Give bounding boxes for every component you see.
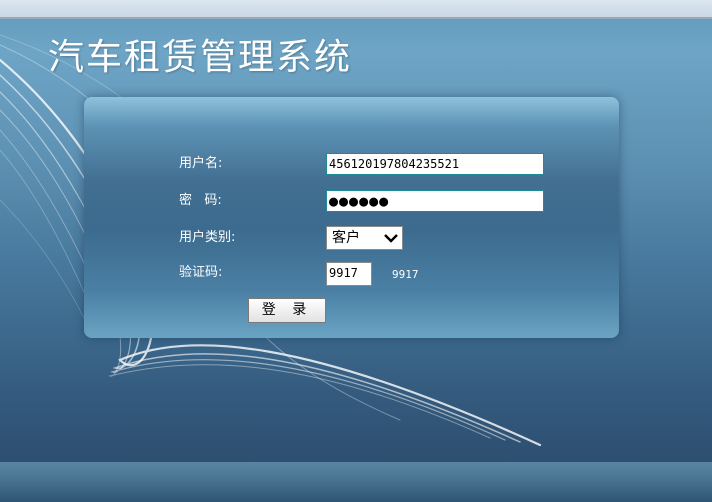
- user-type-label: 用户类别:: [179, 230, 236, 245]
- user-type-select[interactable]: 客户: [326, 226, 403, 250]
- login-button[interactable]: 登 录: [248, 298, 326, 323]
- username-input[interactable]: [326, 153, 544, 175]
- login-page: 汽车租赁管理系统 用户名: 密 码: ●●●●●● 用户类别: 客户 验证码: …: [0, 0, 712, 502]
- user-type-selected-value: 客户: [332, 230, 360, 246]
- captcha-label: 验证码:: [179, 265, 223, 280]
- password-input[interactable]: ●●●●●●: [326, 190, 544, 212]
- username-label: 用户名:: [179, 156, 223, 171]
- password-label: 密 码:: [179, 193, 222, 208]
- captcha-code: 9917: [392, 268, 419, 281]
- app-title: 汽车租赁管理系统: [48, 37, 353, 78]
- captcha-input[interactable]: 9917: [326, 262, 372, 286]
- top-strip: [0, 0, 712, 19]
- bottom-bar: [0, 462, 712, 502]
- login-panel: 用户名: 密 码: ●●●●●● 用户类别: 客户 验证码: 9917 9917…: [84, 97, 619, 338]
- chevron-down-icon: [384, 234, 398, 243]
